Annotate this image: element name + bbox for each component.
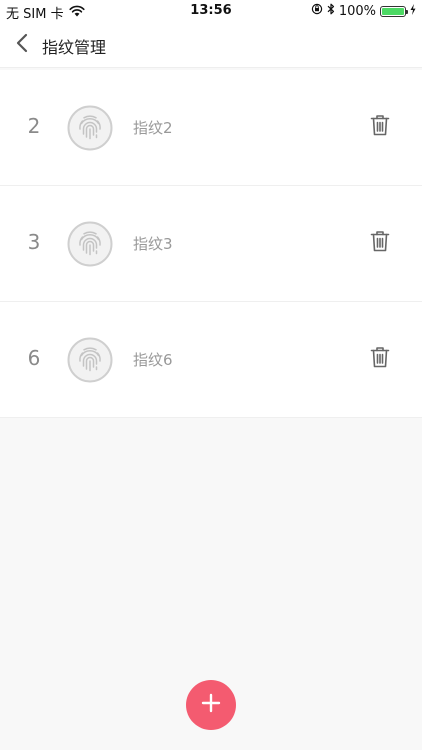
bluetooth-icon xyxy=(327,3,335,19)
fingerprint-index: 6 xyxy=(27,346,41,370)
fingerprint-list: 2 指纹2 3 指纹3 6 指纹6 xyxy=(0,70,422,418)
fingerprint-index: 3 xyxy=(27,230,41,254)
chevron-left-icon xyxy=(16,33,28,57)
status-right: 100% xyxy=(311,3,416,19)
fingerprint-row[interactable]: 6 指纹6 xyxy=(0,302,422,418)
fingerprint-label: 指纹2 xyxy=(133,119,173,137)
fingerprint-label: 指纹3 xyxy=(133,235,173,253)
fingerprint-icon xyxy=(67,221,113,267)
plus-icon xyxy=(201,693,221,717)
battery-icon xyxy=(380,5,408,17)
fingerprint-icon xyxy=(67,105,113,151)
page-title: 指纹管理 xyxy=(42,38,107,57)
charging-icon xyxy=(410,3,416,19)
status-bar: 无 SIM 卡 13:56 100% xyxy=(0,0,422,22)
fingerprint-index: 2 xyxy=(27,114,41,138)
trash-icon xyxy=(370,230,390,256)
fingerprint-label: 指纹6 xyxy=(133,351,173,369)
add-fingerprint-button[interactable] xyxy=(186,680,236,730)
battery-percent: 100% xyxy=(338,3,376,19)
trash-icon xyxy=(370,346,390,372)
orientation-lock-icon xyxy=(311,3,323,19)
delete-button[interactable] xyxy=(368,346,392,372)
fingerprint-icon xyxy=(67,337,113,383)
delete-button[interactable] xyxy=(368,230,392,256)
battery-fill xyxy=(382,7,404,15)
fingerprint-row[interactable]: 3 指纹3 xyxy=(0,186,422,302)
trash-icon xyxy=(370,114,390,140)
fingerprint-row[interactable]: 2 指纹2 xyxy=(0,70,422,186)
back-button[interactable] xyxy=(10,32,34,58)
nav-bar: 指纹管理 xyxy=(0,22,422,68)
delete-button[interactable] xyxy=(368,114,392,140)
